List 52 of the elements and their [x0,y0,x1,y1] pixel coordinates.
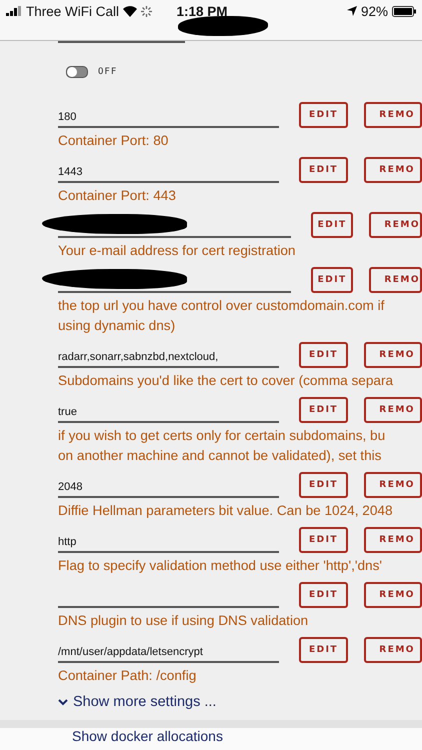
edit-button[interactable]: EDIT [311,212,354,238]
clock-time: 1:18 PM [176,4,229,18]
remove-button[interactable]: REMO [364,472,422,498]
loading-icon [141,6,152,16]
edit-button[interactable]: EDIT [298,157,348,183]
edit-button[interactable]: EDIT [298,397,348,423]
remove-button[interactable]: REMO [364,342,422,368]
input-field[interactable]: true [58,397,279,423]
input-field[interactable]: radarr,sonarr,sabnzbd,nextcloud, [58,342,279,368]
remove-button[interactable]: REMO [364,637,422,663]
edit-button[interactable]: EDIT [298,637,348,663]
input-field[interactable]: 1443 [58,157,279,183]
input-field[interactable]: 180 [58,102,279,128]
battery-percent: 92% [360,4,388,18]
input-field[interactable]: /mnt/user/appdata/letsencrypt [58,637,279,663]
remove-button[interactable]: REMO [364,157,422,183]
remove-button[interactable]: REMO [364,582,422,608]
input-field[interactable] [58,235,291,238]
field-description: the top url you have control over customdomain.com if using dynamic dns) [58,297,386,335]
input-field[interactable]: 2048 [58,472,279,498]
signal-icon [6,6,22,16]
field-description: DNS plugin to use if using DNS validation [58,612,310,630]
field-description: Flag to specify validation method use either 'http','dns' [58,557,383,575]
show-more-link[interactable]: Show more settings ... [73,694,216,710]
battery-icon [392,6,416,16]
field-description: if you wish to get certs only for certain subdomains, bu on another machine and cannot be validated), set this [58,427,386,465]
remove-button[interactable]: REMO [364,102,422,128]
section-link[interactable]: Show docker allocations [72,728,223,744]
edit-button[interactable]: EDIT [298,102,348,128]
toggle-label: OFF [98,67,118,77]
wifi-icon [123,6,138,16]
remove-button[interactable]: REMO [364,527,422,553]
toggle-switch[interactable] [66,66,88,78]
field-description: Container Port: 80 [58,132,170,150]
field-description: Diffie Hellman parameters bit value. Can be 1024, 2048 [58,502,394,520]
edit-button[interactable]: EDIT [298,472,348,498]
edit-button[interactable]: EDIT [298,527,348,553]
remove-button[interactable]: REMO [369,267,422,293]
edit-button[interactable]: EDIT [311,267,354,293]
chevron-down-icon [58,698,68,706]
remove-button[interactable]: REMO [369,212,422,238]
input-field[interactable]: http [58,527,279,553]
field-description: Container Port: 443 [58,187,177,205]
field-description: Container Path: /config [58,667,198,685]
field-description: Your e-mail address for cert registration [58,242,296,260]
carrier-name: Three WiFi Call [26,4,120,18]
edit-button[interactable]: EDIT [298,342,348,368]
remove-button[interactable]: REMO [364,397,422,423]
edit-button[interactable]: EDIT [298,582,348,608]
field-description: Subdomains you'd like the cert to cover (comma separa [58,372,394,390]
location-arrow-icon [346,6,357,16]
input-field[interactable] [58,290,291,293]
